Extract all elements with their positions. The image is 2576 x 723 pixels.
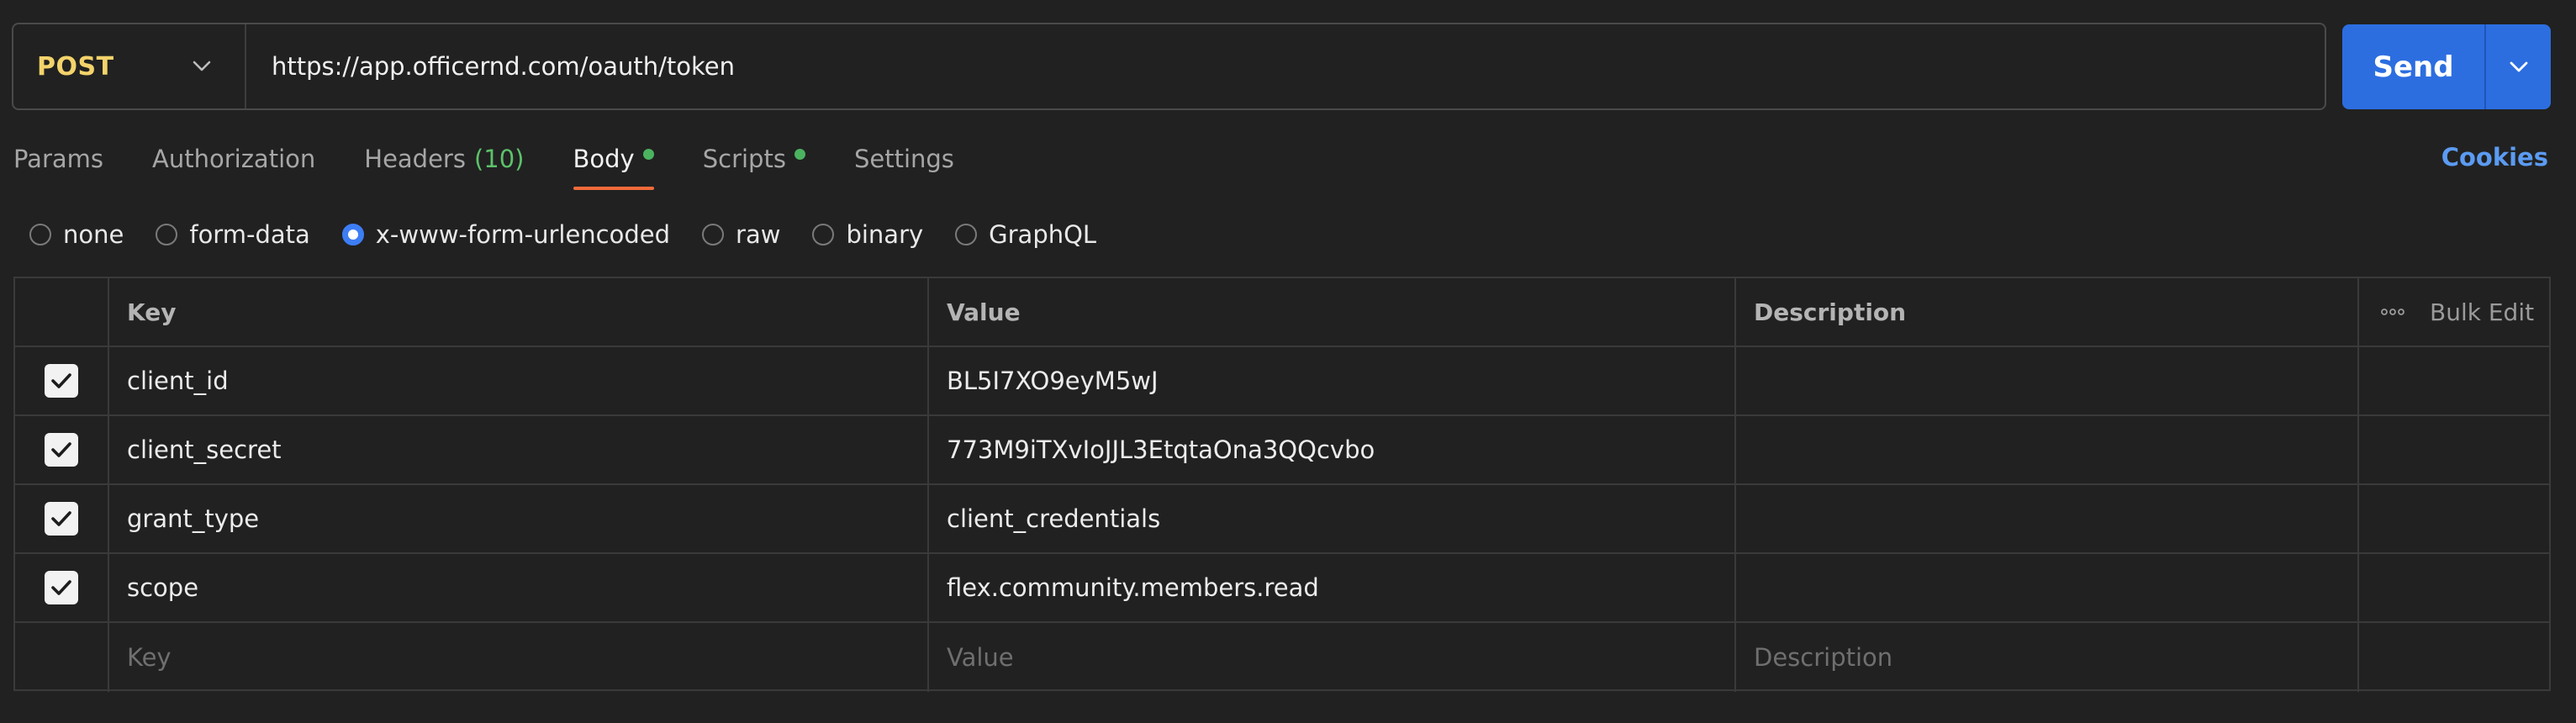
send-button[interactable]: Send xyxy=(2342,24,2484,109)
checkmark-icon xyxy=(51,373,71,388)
value-cell[interactable]: 773M9iTXvIoJJL3EtqtaOna3QQcvbo xyxy=(929,416,1736,483)
row-actions-cell xyxy=(2359,554,2549,621)
tab-settings[interactable]: Settings xyxy=(854,136,954,182)
key-cell[interactable]: client_secret xyxy=(109,416,929,483)
tab-body[interactable]: Body xyxy=(573,136,654,190)
radio-binary[interactable]: binary xyxy=(812,220,923,249)
key-cell[interactable]: client_id xyxy=(109,347,929,414)
value-cell[interactable]: client_credentials xyxy=(929,485,1736,552)
description-cell[interactable] xyxy=(1736,416,2359,483)
header-check-cell xyxy=(15,278,109,346)
value-cell[interactable]: flex.community.members.read xyxy=(929,554,1736,621)
description-placeholder[interactable]: Description xyxy=(1736,623,2359,692)
row-check-cell xyxy=(15,347,109,414)
tab-headers[interactable]: Headers (10) xyxy=(364,136,524,182)
radio-label: x-www-form-urlencoded xyxy=(375,220,671,249)
radio-form-data[interactable]: form-data xyxy=(156,220,310,249)
radio-label: none xyxy=(63,220,124,249)
column-header-value: Value xyxy=(929,278,1736,346)
value-placeholder[interactable]: Value xyxy=(929,623,1736,692)
radio-none[interactable]: none xyxy=(29,220,124,249)
checkmark-icon xyxy=(51,442,71,457)
row-actions-cell xyxy=(2359,623,2549,692)
status-dot-icon xyxy=(794,148,805,160)
radio-label: form-data xyxy=(189,220,310,249)
radio-label: raw xyxy=(736,220,781,249)
row-check-cell xyxy=(15,416,109,483)
tab-label: Settings xyxy=(853,145,954,173)
description-cell[interactable] xyxy=(1736,485,2359,552)
row-check-cell xyxy=(15,485,109,552)
radio-raw[interactable]: raw xyxy=(702,220,780,249)
description-cell[interactable] xyxy=(1736,554,2359,621)
row-actions-cell xyxy=(2359,416,2549,483)
radio-circle-icon xyxy=(955,224,978,245)
chevron-down-icon xyxy=(2510,61,2527,71)
url-input[interactable] xyxy=(246,24,2325,108)
chevron-down-icon xyxy=(193,61,211,72)
headers-count-badge: (10) xyxy=(473,145,525,173)
radio-circle-icon xyxy=(156,224,178,245)
cookies-link[interactable]: Cookies xyxy=(2441,143,2548,172)
tab-label: Body xyxy=(573,145,635,173)
row-check-cell xyxy=(15,554,109,621)
header-actions: Bulk Edit xyxy=(2359,278,2549,346)
radio-x-www-form-urlencoded[interactable]: x-www-form-urlencoded xyxy=(341,220,671,249)
method-dropdown[interactable]: POST xyxy=(13,24,246,108)
urlencoded-params-table: Key Value Description Bulk Edit client_i… xyxy=(13,277,2551,692)
row-checkbox[interactable] xyxy=(45,502,78,536)
column-header-key: Key xyxy=(109,278,929,346)
table-header-row: Key Value Description Bulk Edit xyxy=(15,278,2549,347)
column-header-description: Description xyxy=(1736,278,2359,346)
tab-label: Authorization xyxy=(152,145,316,173)
tab-label: Headers xyxy=(364,145,466,173)
method-label: POST xyxy=(37,51,114,82)
value-cell[interactable]: BL5I7XO9eyM5wJ xyxy=(929,347,1736,414)
body-type-options: none form-data x-www-form-urlencoded raw… xyxy=(29,217,1128,252)
tab-label: Params xyxy=(13,145,104,173)
radio-circle-icon xyxy=(702,224,725,245)
request-url-bar: POST xyxy=(12,23,2326,110)
key-placeholder[interactable]: Key xyxy=(109,623,929,692)
tab-label: Scripts xyxy=(702,145,786,173)
row-checkbox[interactable] xyxy=(45,571,78,604)
row-checkbox[interactable] xyxy=(45,364,78,398)
table-row: grant_type client_credentials xyxy=(15,485,2549,554)
description-cell[interactable] xyxy=(1736,347,2359,414)
tab-authorization[interactable]: Authorization xyxy=(152,136,315,182)
radio-label: binary xyxy=(846,220,924,249)
row-actions-cell xyxy=(2359,347,2549,414)
tab-scripts[interactable]: Scripts xyxy=(703,136,805,182)
tab-params[interactable]: Params xyxy=(13,136,103,182)
status-dot-icon xyxy=(642,148,654,160)
radio-circle-icon xyxy=(29,224,51,245)
new-param-row: Key Value Description xyxy=(15,623,2549,692)
more-options-icon[interactable] xyxy=(2381,308,2404,316)
radio-label: GraphQL xyxy=(989,220,1097,249)
send-button-group: Send xyxy=(2342,24,2551,109)
checkmark-icon xyxy=(51,580,71,595)
row-check-cell xyxy=(15,623,109,692)
key-cell[interactable]: grant_type xyxy=(109,485,929,552)
checkmark-icon xyxy=(51,511,71,526)
send-options-button[interactable] xyxy=(2484,24,2551,109)
row-actions-cell xyxy=(2359,485,2549,552)
bulk-edit-button[interactable]: Bulk Edit xyxy=(2430,298,2534,326)
key-cell[interactable]: scope xyxy=(109,554,929,621)
table-row: scope flex.community.members.read xyxy=(15,554,2549,623)
row-checkbox[interactable] xyxy=(45,433,78,467)
radio-circle-icon xyxy=(812,224,835,245)
radio-graphql[interactable]: GraphQL xyxy=(955,220,1096,249)
radio-selected-icon xyxy=(341,224,364,245)
table-row: client_id BL5I7XO9eyM5wJ xyxy=(15,347,2549,416)
request-tabs: Params Authorization Headers (10) Body S… xyxy=(13,136,1003,190)
table-row: client_secret 773M9iTXvIoJJL3EtqtaOna3QQ… xyxy=(15,416,2549,485)
